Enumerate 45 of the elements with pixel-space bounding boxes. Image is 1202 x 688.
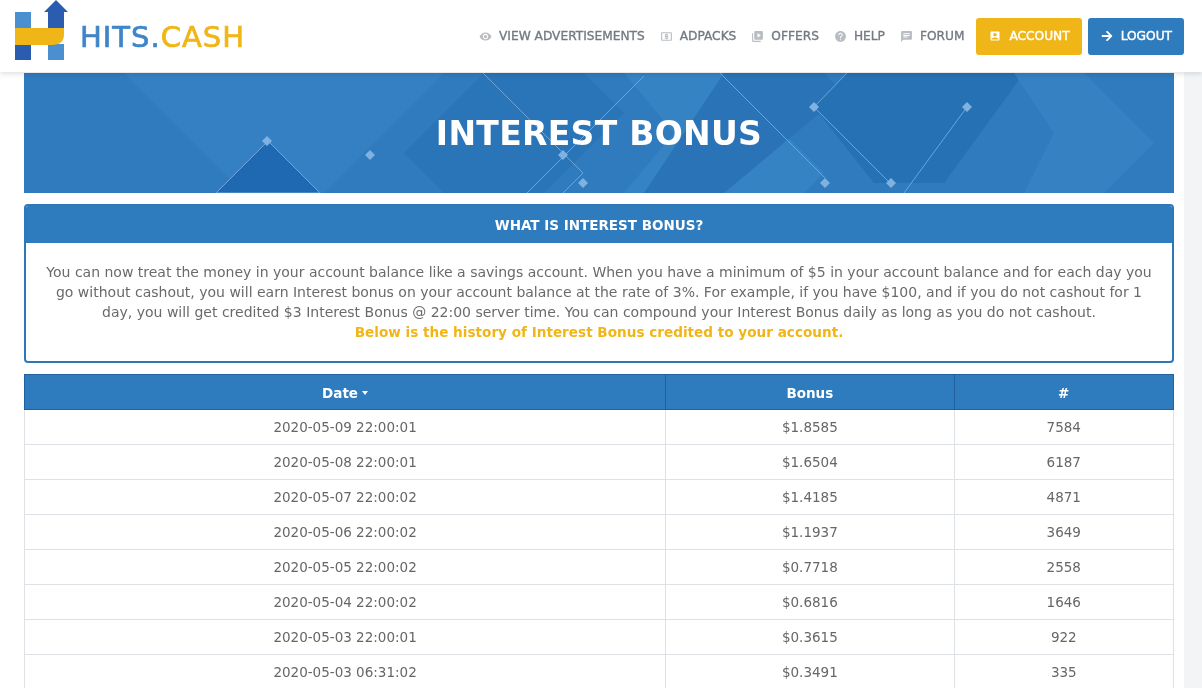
table-cell: $1.6504 bbox=[665, 444, 955, 480]
table-cell: 6187 bbox=[954, 444, 1174, 480]
table-cell: 2020-05-04 22:00:02 bbox=[24, 584, 666, 620]
table-cell: $0.7718 bbox=[665, 549, 955, 585]
table-cell: 3649 bbox=[954, 514, 1174, 550]
table-cell: 7584 bbox=[954, 409, 1174, 445]
arrow-right-icon bbox=[1100, 30, 1113, 42]
table-cell: $1.8585 bbox=[665, 409, 955, 445]
help-icon bbox=[833, 29, 847, 43]
panel-title: WHAT IS INTEREST BONUS? bbox=[26, 206, 1172, 243]
sort-caret-icon bbox=[362, 390, 369, 395]
person-card-icon bbox=[989, 30, 1002, 42]
logo-text[interactable]: HITS.CASH bbox=[80, 20, 245, 54]
table-cell: $0.6816 bbox=[665, 584, 955, 620]
play-stack-icon bbox=[751, 29, 765, 43]
table-cell: 2020-05-07 22:00:02 bbox=[24, 479, 666, 515]
table-cell: $1.1937 bbox=[665, 514, 955, 550]
nav-link[interactable]: HELP bbox=[833, 29, 885, 43]
nav-link[interactable]: FORUM bbox=[899, 29, 965, 43]
logo-mark-icon bbox=[14, 0, 68, 60]
history-note: Below is the history of Interest Bonus credited to your account. bbox=[353, 323, 845, 342]
table-cell: $0.3615 bbox=[665, 619, 955, 655]
table-cell: 1646 bbox=[954, 584, 1174, 620]
column-header[interactable]: # bbox=[954, 374, 1174, 410]
nav-link[interactable]: ADPACKS bbox=[659, 29, 737, 43]
nav-button[interactable]: LOGOUT bbox=[1087, 17, 1184, 55]
table-cell: 4871 bbox=[954, 479, 1174, 515]
description-text: You can now treat the money in your account balance like a savings account. When you have a minimum of $5 in your account balance and for each day you go without cashout, you will earn Interest bonus on your account balance at the rate of 3%. For example, if you have $100, and if you do not cashout for 1 day, you will get credited $3 Interest Bonus @ 22:00 server time. You can compound your Interest Bonus daily as long as you do not cashout. bbox=[46, 263, 1152, 322]
table-cell: 2558 bbox=[954, 549, 1174, 585]
table-cell: 922 bbox=[954, 619, 1174, 655]
chat-icon bbox=[899, 29, 913, 43]
table-cell: 2020-05-03 06:31:02 bbox=[24, 654, 666, 688]
table-cell: $1.4185 bbox=[665, 479, 955, 515]
table-cell: 2020-05-08 22:00:01 bbox=[24, 444, 666, 480]
table-cell: 2020-05-03 22:00:01 bbox=[24, 619, 666, 655]
page-title: INTEREST BONUS bbox=[435, 113, 763, 153]
column-header[interactable]: Date bbox=[24, 374, 666, 410]
nav-link[interactable]: OFFERS bbox=[751, 29, 819, 43]
table-cell: 2020-05-05 22:00:02 bbox=[24, 549, 666, 585]
table-cell: 2020-05-09 22:00:01 bbox=[24, 409, 666, 445]
table-cell: 2020-05-06 22:00:02 bbox=[24, 514, 666, 550]
eye-icon bbox=[479, 29, 493, 43]
banknote-icon bbox=[659, 29, 673, 43]
column-header[interactable]: Bonus bbox=[665, 374, 955, 410]
nav-link[interactable]: VIEW ADVERTISEMENTS bbox=[479, 29, 645, 43]
